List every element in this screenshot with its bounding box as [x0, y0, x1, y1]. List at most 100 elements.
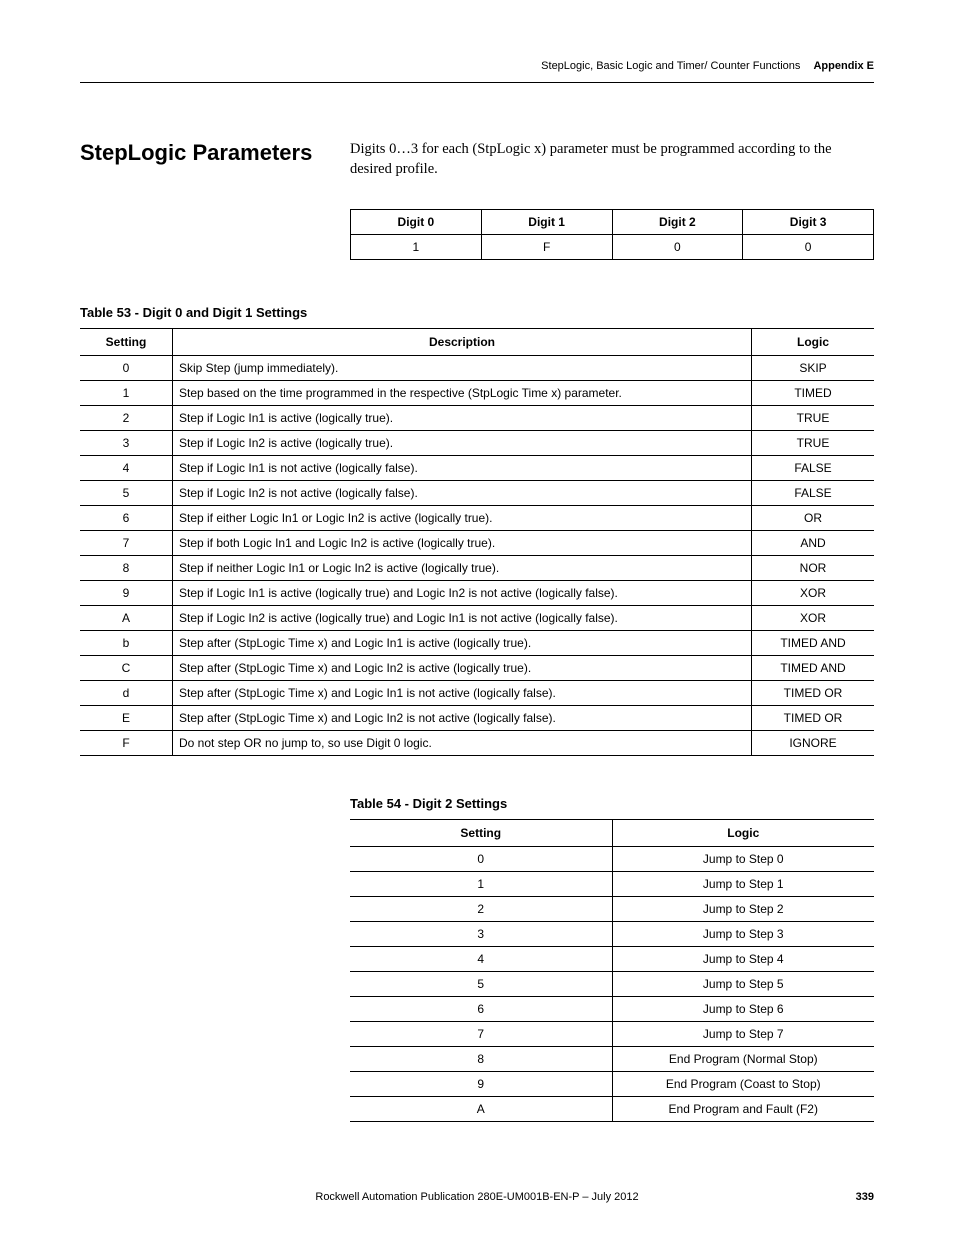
table-53-logic-header: Logic [752, 329, 875, 356]
table-53-logic-cell: FALSE [752, 456, 875, 481]
table-53-logic-cell: SKIP [752, 356, 875, 381]
table-53-description-cell: Skip Step (jump immediately). [173, 356, 752, 381]
table-53-setting-header: Setting [80, 329, 173, 356]
table-53-logic-cell: TIMED AND [752, 631, 875, 656]
table-53-logic-cell: AND [752, 531, 875, 556]
table-53-setting-cell: b [80, 631, 173, 656]
table-53-description-cell: Step if Logic In1 is active (logically t… [173, 581, 752, 606]
table-row: 0Jump to Step 0 [350, 847, 874, 872]
table-row: EStep after (StpLogic Time x) and Logic … [80, 706, 874, 731]
table-row: CStep after (StpLogic Time x) and Logic … [80, 656, 874, 681]
digit-table-value-row: 1 F 0 0 [351, 235, 874, 260]
table-53-logic-cell: TIMED [752, 381, 875, 406]
table-53-logic-cell: OR [752, 506, 875, 531]
table-53-description-header: Description [173, 329, 752, 356]
table-54-logic-cell: End Program (Normal Stop) [612, 1047, 874, 1072]
table-54-setting-cell: 1 [350, 872, 612, 897]
table-53-setting-cell: 1 [80, 381, 173, 406]
table-54-logic-cell: End Program and Fault (F2) [612, 1097, 874, 1122]
table-54-setting-header: Setting [350, 820, 612, 847]
appendix-label: Appendix E [813, 60, 874, 72]
table-54-setting-cell: 6 [350, 997, 612, 1022]
section-body: Digits 0…3 for each (StpLogic x) paramet… [350, 140, 874, 179]
table-row: 2Step if Logic In1 is active (logically … [80, 406, 874, 431]
footer-publication: Rockwell Automation Publication 280E-UM0… [80, 1191, 874, 1203]
table-54-logic-cell: Jump to Step 3 [612, 922, 874, 947]
table-54-logic-cell: Jump to Step 4 [612, 947, 874, 972]
table-54-setting-cell: A [350, 1097, 612, 1122]
table-53-setting-cell: 8 [80, 556, 173, 581]
table-row: FDo not step OR no jump to, so use Digit… [80, 731, 874, 756]
table-54-logic-cell: Jump to Step 7 [612, 1022, 874, 1047]
table-53-setting-cell: A [80, 606, 173, 631]
table-53-setting-cell: d [80, 681, 173, 706]
page: StepLogic, Basic Logic and Timer/ Counte… [0, 0, 954, 1235]
table-53-description-cell: Step if Logic In1 is active (logically t… [173, 406, 752, 431]
digit-table-header-row: Digit 0 Digit 1 Digit 2 Digit 3 [351, 210, 874, 235]
table-54-setting-cell: 8 [350, 1047, 612, 1072]
digit-value-1: F [481, 235, 612, 260]
table-54-caption: Table 54 - Digit 2 Settings [350, 796, 874, 811]
digit-table: Digit 0 Digit 1 Digit 2 Digit 3 1 F 0 0 [350, 209, 874, 260]
digit-header-1: Digit 1 [481, 210, 612, 235]
table-53-logic-cell: NOR [752, 556, 875, 581]
table-row: 6Jump to Step 6 [350, 997, 874, 1022]
table-53-description-cell: Step if Logic In1 is not active (logical… [173, 456, 752, 481]
table-53-logic-cell: XOR [752, 606, 875, 631]
table-53-setting-cell: 4 [80, 456, 173, 481]
table-row: 4Step if Logic In1 is not active (logica… [80, 456, 874, 481]
table-53-description-cell: Do not step OR no jump to, so use Digit … [173, 731, 752, 756]
digit-header-3: Digit 3 [743, 210, 874, 235]
table-54-setting-cell: 0 [350, 847, 612, 872]
table-53-setting-cell: C [80, 656, 173, 681]
table-53-description-cell: Step after (StpLogic Time x) and Logic I… [173, 656, 752, 681]
table-53-setting-cell: 9 [80, 581, 173, 606]
digit-value-3: 0 [743, 235, 874, 260]
table-54: Setting Logic 0Jump to Step 01Jump to St… [350, 819, 874, 1122]
table-53-description-cell: Step if Logic In2 is active (logically t… [173, 606, 752, 631]
table-row: 4Jump to Step 4 [350, 947, 874, 972]
table-row: bStep after (StpLogic Time x) and Logic … [80, 631, 874, 656]
table-54-logic-cell: End Program (Coast to Stop) [612, 1072, 874, 1097]
table-53-setting-cell: 7 [80, 531, 173, 556]
table-53-description-cell: Step if Logic In2 is not active (logical… [173, 481, 752, 506]
digit-value-2: 0 [612, 235, 743, 260]
table-53-description-cell: Step if Logic In2 is active (logically t… [173, 431, 752, 456]
table-row: 1Jump to Step 1 [350, 872, 874, 897]
table-54-logic-cell: Jump to Step 1 [612, 872, 874, 897]
header-text: StepLogic, Basic Logic and Timer/ Counte… [541, 60, 874, 72]
table-53-logic-cell: TIMED OR [752, 706, 875, 731]
table-row: AStep if Logic In2 is active (logically … [80, 606, 874, 631]
table-row: 5Step if Logic In2 is not active (logica… [80, 481, 874, 506]
main-section: StepLogic Parameters Digits 0…3 for each… [80, 140, 874, 1122]
table-53-logic-cell: TIMED OR [752, 681, 875, 706]
table-row: 7Jump to Step 7 [350, 1022, 874, 1047]
table-row: 3Jump to Step 3 [350, 922, 874, 947]
table-53-caption: Table 53 - Digit 0 and Digit 1 Settings [80, 305, 874, 320]
breadcrumb: StepLogic, Basic Logic and Timer/ Counte… [541, 60, 800, 72]
header-divider [80, 82, 874, 83]
table-54-logic-cell: Jump to Step 0 [612, 847, 874, 872]
table-row: 8End Program (Normal Stop) [350, 1047, 874, 1072]
table-row: 8Step if neither Logic In1 or Logic In2 … [80, 556, 874, 581]
table-row: 6Step if either Logic In1 or Logic In2 i… [80, 506, 874, 531]
table-54-logic-cell: Jump to Step 6 [612, 997, 874, 1022]
table-54-setting-cell: 5 [350, 972, 612, 997]
table-row: 7Step if both Logic In1 and Logic In2 is… [80, 531, 874, 556]
table-53-description-cell: Step if either Logic In1 or Logic In2 is… [173, 506, 752, 531]
table-54-setting-cell: 3 [350, 922, 612, 947]
footer-page-number: 339 [856, 1191, 874, 1203]
table-row: 9Step if Logic In1 is active (logically … [80, 581, 874, 606]
table-row: dStep after (StpLogic Time x) and Logic … [80, 681, 874, 706]
table-54-setting-cell: 4 [350, 947, 612, 972]
table-53-logic-cell: TIMED AND [752, 656, 875, 681]
table-53-description-cell: Step after (StpLogic Time x) and Logic I… [173, 681, 752, 706]
table-53-logic-cell: TRUE [752, 431, 875, 456]
table-53-description-cell: Step after (StpLogic Time x) and Logic I… [173, 631, 752, 656]
table-53-logic-cell: XOR [752, 581, 875, 606]
table-53-description-cell: Step if neither Logic In1 or Logic In2 i… [173, 556, 752, 581]
table-53-setting-cell: 6 [80, 506, 173, 531]
table-row: 0Skip Step (jump immediately).SKIP [80, 356, 874, 381]
table-54-logic-cell: Jump to Step 2 [612, 897, 874, 922]
footer: Rockwell Automation Publication 280E-UM0… [80, 1191, 874, 1203]
